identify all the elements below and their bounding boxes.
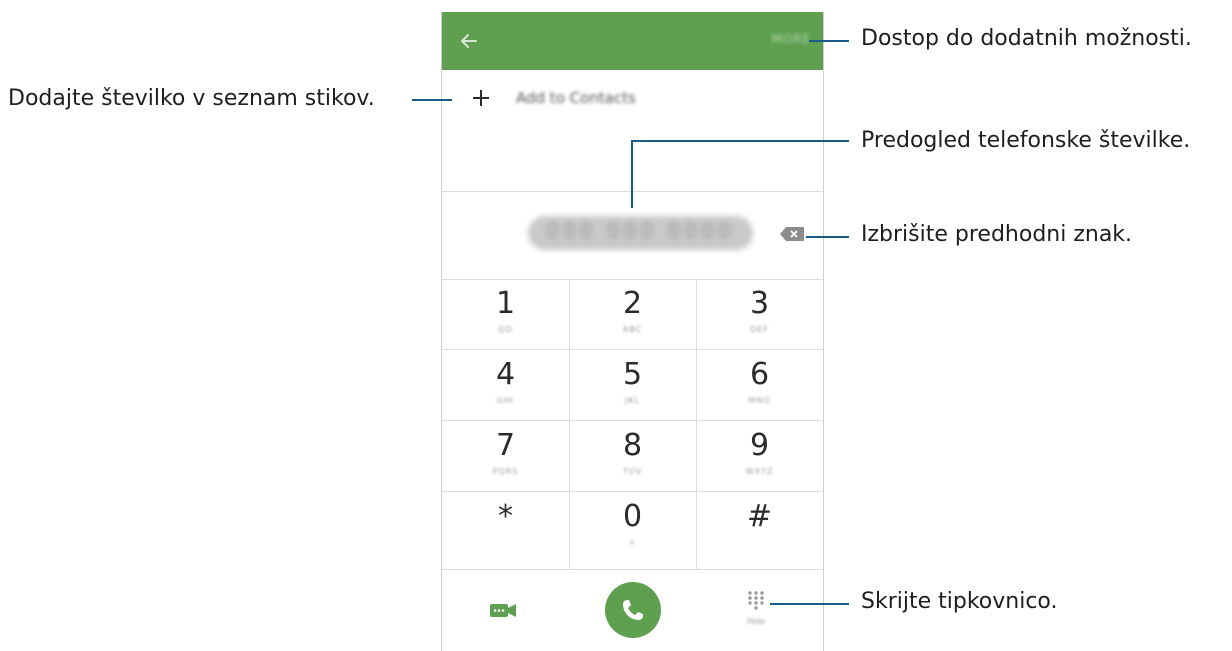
- key-2[interactable]: 2 ABC: [569, 279, 696, 349]
- key-5[interactable]: 5 JKL: [569, 350, 696, 420]
- key-digit: 3: [749, 286, 770, 321]
- key-letters: PQRS: [492, 467, 519, 476]
- plus-icon: [473, 90, 489, 106]
- key-digit: 5: [622, 357, 643, 392]
- callout-line-add: [412, 99, 452, 101]
- key-letters: JKL: [624, 396, 641, 405]
- key-letters: GHI: [496, 396, 515, 405]
- key-letters: TUV: [622, 467, 643, 476]
- key-hash[interactable]: #: [696, 492, 823, 562]
- key-1[interactable]: 1 QD: [442, 279, 569, 349]
- key-letters: DEF: [750, 325, 769, 334]
- key-digit: 0: [622, 499, 643, 534]
- add-to-contacts-row[interactable]: Add to Contacts: [442, 72, 823, 128]
- key-letters: ABC: [622, 325, 643, 334]
- key-9[interactable]: 9 WXYZ: [696, 421, 823, 491]
- phone-icon: [623, 600, 643, 620]
- key-8[interactable]: 8 TUV: [569, 421, 696, 491]
- call-button[interactable]: [605, 582, 661, 638]
- backspace-icon[interactable]: [779, 226, 805, 242]
- more-button[interactable]: MORE: [771, 32, 811, 46]
- key-letters: QD: [498, 325, 513, 334]
- key-letters: +: [628, 538, 637, 547]
- key-3[interactable]: 3 DEF: [696, 279, 823, 349]
- key-digit: 9: [749, 428, 770, 463]
- key-digit: 4: [495, 357, 516, 392]
- key-digit: #: [746, 499, 773, 534]
- key-letters: WXYZ: [745, 467, 774, 476]
- callout-line-preview-vertical: [631, 140, 633, 208]
- app-bar: MORE: [442, 12, 823, 70]
- key-6[interactable]: 6 MNO: [696, 350, 823, 420]
- key-digit: *: [498, 499, 513, 534]
- callout-add-contact: Dodajte številko v seznam stikov.: [8, 86, 375, 111]
- dialer-actions: Hide: [442, 569, 823, 651]
- key-digit: 7: [495, 428, 516, 463]
- hide-keypad-button[interactable]: Hide: [742, 589, 770, 633]
- keypad: 1 QD 2 ABC 3 DEF 4 GHI 5 JKL 6 MNO 7 PQR…: [442, 279, 823, 569]
- number-preview-text: 000 000 0000: [546, 219, 735, 243]
- key-digit: 2: [622, 286, 643, 321]
- key-star[interactable]: *: [442, 492, 569, 562]
- callout-number-preview: Predogled telefonske številke.: [861, 128, 1191, 153]
- key-4[interactable]: 4 GHI: [442, 350, 569, 420]
- callout-more-options: Dostop do dodatnih možnosti.: [861, 26, 1192, 51]
- keypad-grid-icon: [748, 591, 764, 610]
- back-arrow-icon[interactable]: [458, 30, 480, 52]
- callout-line-preview: [631, 140, 849, 142]
- hide-keypad-label: Hide: [746, 617, 766, 626]
- phone-screen: MORE Add to Contacts 000 000 0000 1 QD 2…: [441, 12, 824, 651]
- callout-line-hide: [770, 603, 849, 605]
- video-call-icon[interactable]: [488, 595, 518, 625]
- callout-line-delete: [806, 236, 849, 238]
- key-0[interactable]: 0 +: [569, 492, 696, 562]
- key-digit: 1: [495, 286, 516, 321]
- callout-hide-keypad: Skrijte tipkovnico.: [861, 589, 1058, 614]
- callout-line-more: [809, 40, 849, 42]
- key-letters: MNO: [748, 396, 771, 405]
- key-digit: 6: [749, 357, 770, 392]
- add-to-contacts-label: Add to Contacts: [516, 89, 636, 107]
- key-digit: 8: [622, 428, 643, 463]
- key-7[interactable]: 7 PQRS: [442, 421, 569, 491]
- callout-delete-char: Izbrišite predhodni znak.: [861, 222, 1133, 247]
